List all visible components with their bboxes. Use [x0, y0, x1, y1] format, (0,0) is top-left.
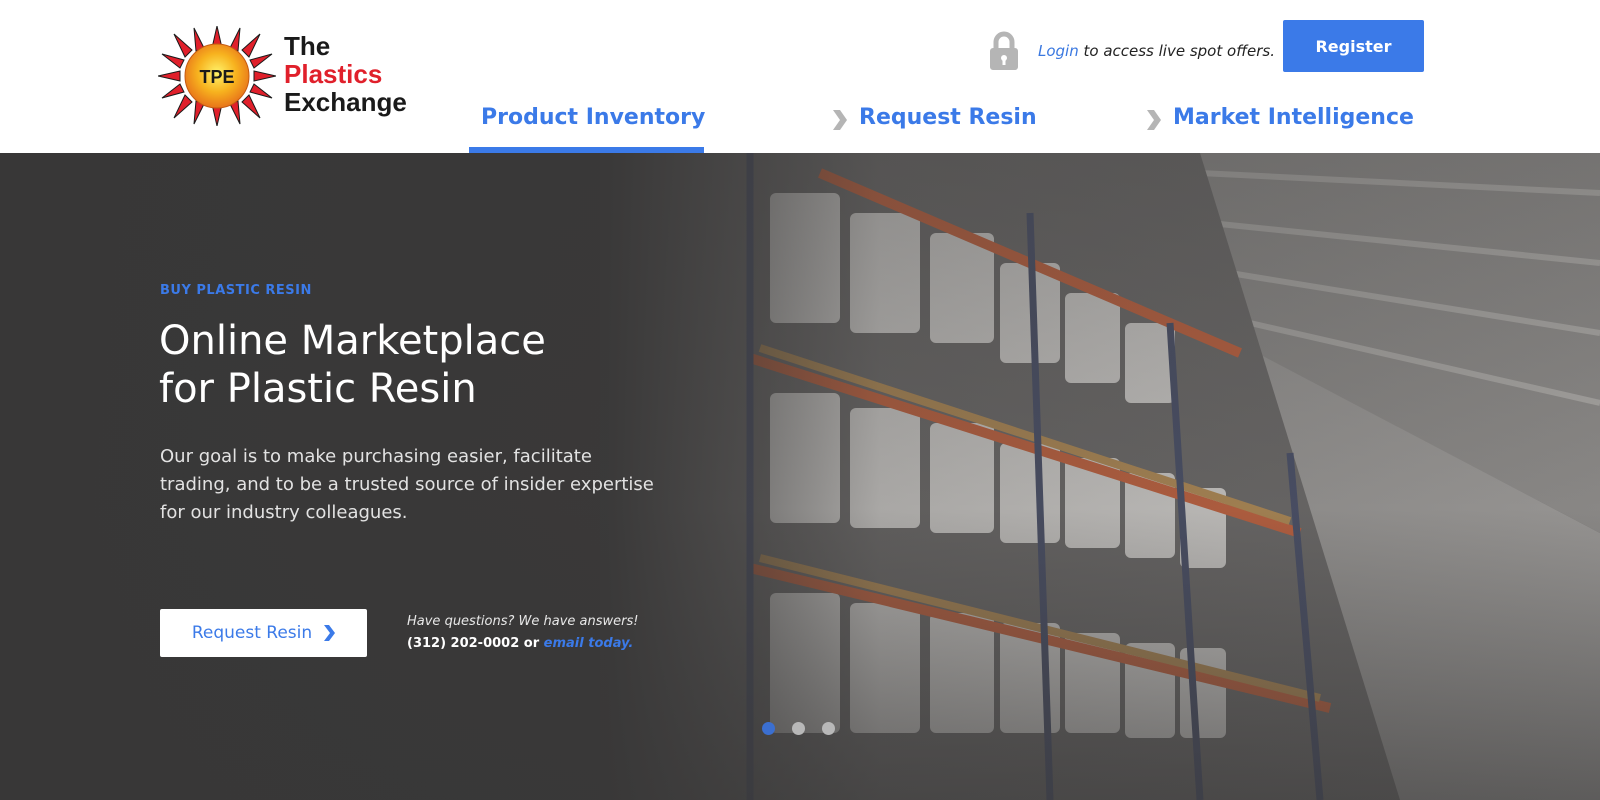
nav-label: Market Intelligence [1173, 105, 1414, 130]
request-resin-button-label: Request Resin [191, 623, 313, 643]
logo-badge-text: TPE [199, 67, 234, 87]
login-text: Login to access live spot offers. [1038, 42, 1275, 60]
chevron-right-icon [1147, 110, 1161, 130]
hero-description: Our goal is to make purchasing easier, f… [160, 446, 654, 523]
logo-line-the: The [284, 31, 331, 61]
request-resin-button[interactable]: Request Resin [160, 609, 367, 657]
chevron-right-icon [833, 110, 847, 130]
logo-line-plastics: Plastics [284, 59, 383, 89]
site-logo[interactable]: TPE The Plastics Exchange [158, 26, 418, 128]
nav-label: Request Resin [859, 105, 1037, 130]
nav-label: Product Inventory [481, 105, 706, 130]
site-header: TPE The Plastics Exchange Login to acces… [0, 0, 1600, 153]
tpe-sun-logo-icon: TPE [158, 26, 276, 126]
contact-phone: (312) 202-0002 [407, 636, 520, 651]
nav-item-request-resin[interactable]: Request Resin [833, 100, 1037, 153]
login-link[interactable]: Login [1038, 42, 1079, 60]
lock-icon [990, 31, 1018, 70]
logo-line-exchange: Exchange [284, 87, 407, 117]
hero-title-line-1: Online Marketplace [159, 318, 546, 364]
chevron-right-icon [324, 625, 336, 641]
login-prompt: Login to access live spot offers. [988, 30, 1275, 72]
carousel-dot-3[interactable] [822, 722, 835, 735]
hero-title: Online Marketplace for Plastic Resin [159, 317, 719, 413]
login-suffix: to access live spot offers. [1078, 42, 1276, 60]
carousel-dot-2[interactable] [792, 722, 805, 735]
hero-slide: BUY PLASTIC RESIN Online Marketplace for… [0, 153, 1600, 800]
logo-wordmark: The Plastics Exchange [284, 32, 407, 116]
contact-info: Have questions? We have answers! (312) 2… [407, 612, 639, 656]
carousel-dot-1[interactable] [762, 722, 775, 735]
contact-question: Have questions? We have answers! [407, 614, 639, 629]
email-link[interactable]: email today. [544, 636, 634, 651]
nav-item-product-inventory[interactable]: Product Inventory [469, 100, 706, 153]
hero-title-line-2: for Plastic Resin [159, 366, 477, 412]
nav-item-market-intelligence[interactable]: Market Intelligence [1147, 100, 1414, 153]
register-button[interactable]: Register [1283, 20, 1424, 72]
contact-or: or [519, 636, 544, 651]
carousel-dots [762, 722, 852, 735]
contact-line: (312) 202-0002 or email today. [407, 632, 639, 656]
hero-eyebrow: BUY PLASTIC RESIN [160, 283, 312, 298]
